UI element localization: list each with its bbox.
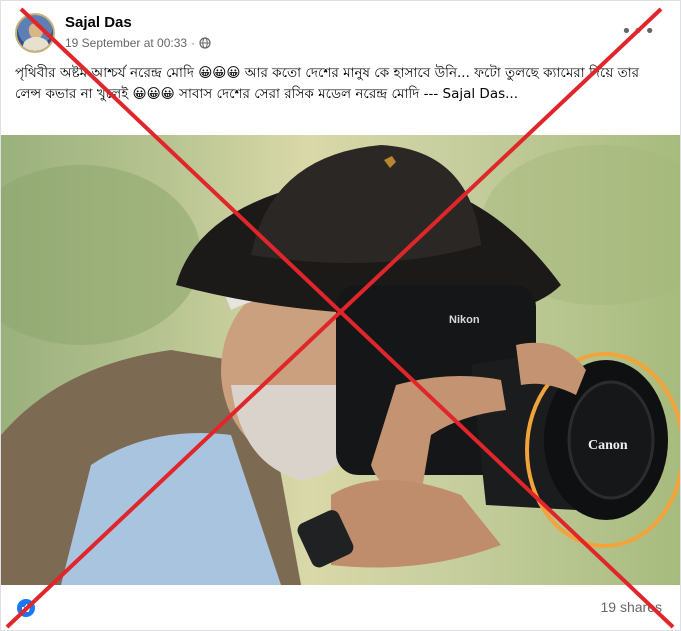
- globe-icon[interactable]: [199, 37, 211, 49]
- shares-count[interactable]: 19 shares: [601, 599, 662, 615]
- post-meta: 19 September at 00:33 ·: [65, 36, 211, 50]
- post-timestamp[interactable]: 19 September at 00:33: [65, 36, 187, 50]
- thumbs-up-glyph: [22, 604, 31, 612]
- caption-text: পৃথিবীর অষ্টম আশ্চর্য নরেন্দ্র মোদি 😀😀😀 …: [15, 65, 640, 102]
- meta-separator: ·: [191, 36, 196, 50]
- forearm: [331, 480, 501, 568]
- more-horizontal-icon[interactable]: •••: [621, 21, 656, 42]
- author-avatar[interactable]: [15, 13, 55, 53]
- camera-brand-label: Nikon: [449, 314, 480, 326]
- post-photo[interactable]: Nikon Canon: [1, 135, 680, 585]
- post-caption: পৃথিবীর অষ্টম আশ্চর্য নরেন্দ্র মোদি 😀😀😀 …: [15, 63, 668, 105]
- lens-cap-brand-label: Canon: [588, 438, 628, 453]
- post-header: Sajal Das 19 September at 00:33 · •••: [15, 13, 666, 55]
- post-footer: 19 shares: [1, 585, 680, 630]
- hat-crown: [251, 145, 481, 263]
- photo-illustration: Nikon Canon: [1, 145, 680, 585]
- facebook-post-card: Sajal Das 19 September at 00:33 · ••• পৃ…: [0, 0, 681, 631]
- author-name[interactable]: Sajal Das: [65, 14, 132, 31]
- like-icon[interactable]: [17, 599, 35, 617]
- avatar-body: [23, 37, 49, 51]
